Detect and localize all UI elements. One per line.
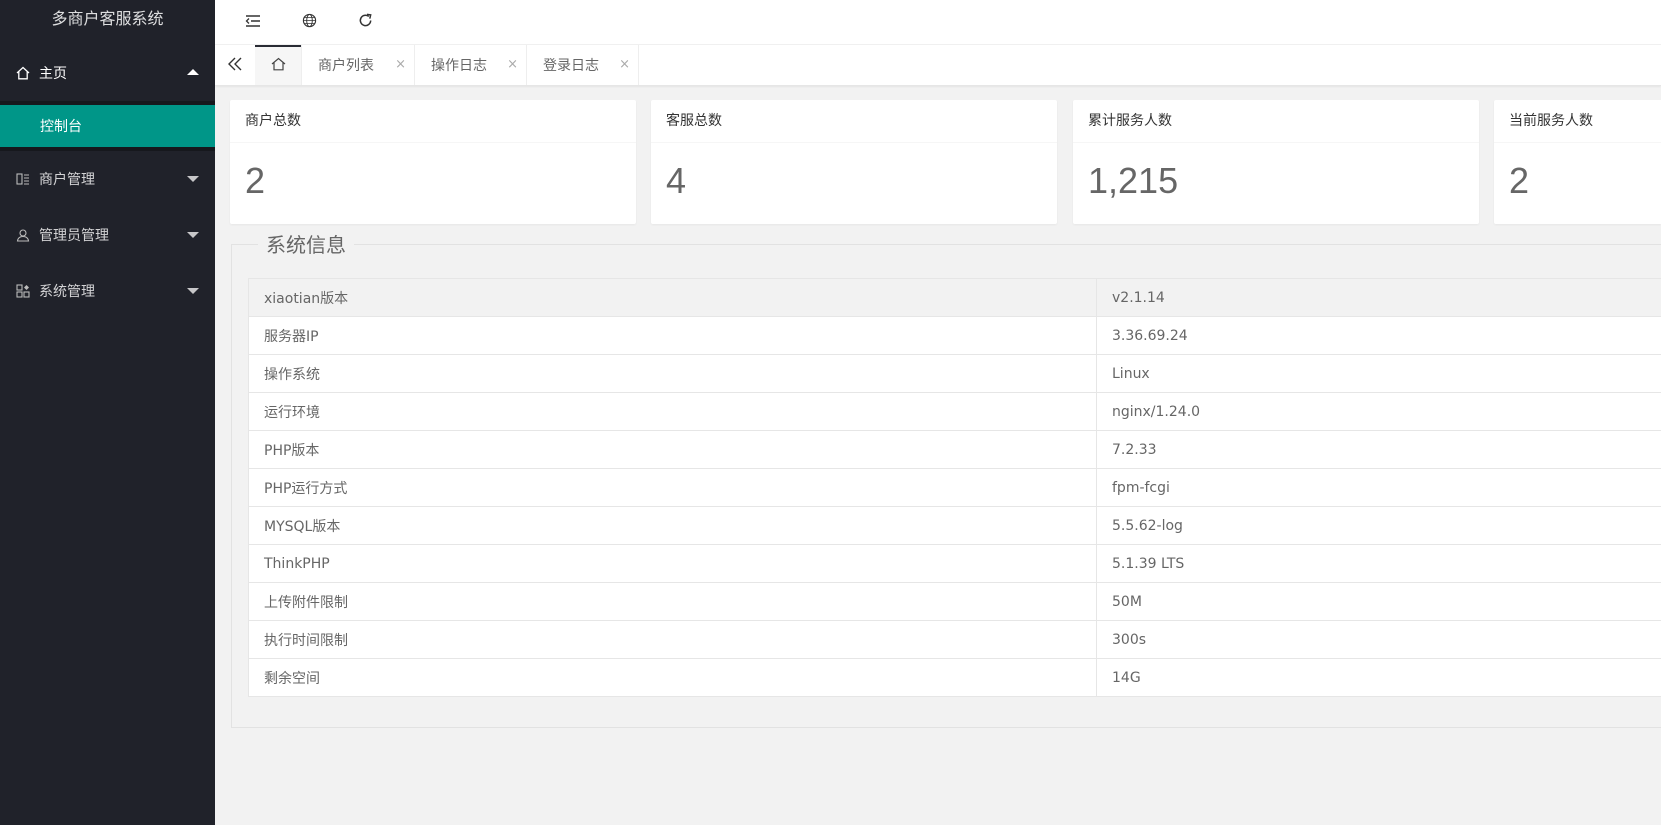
info-value: v2.1.14 [1096, 278, 1661, 317]
stat-title: 累计服务人数 [1073, 100, 1479, 143]
table-row: 运行环境 nginx/1.24.0 [248, 392, 1661, 431]
sidebar-item-admins[interactable]: 管理员管理 [0, 207, 215, 263]
tabs-scroll-left-button[interactable] [215, 45, 256, 85]
chevron-down-icon [187, 232, 199, 238]
tab-login-log[interactable]: 登录日志 × [527, 45, 639, 85]
table-row: ThinkPHP 5.1.39 LTS [248, 544, 1661, 583]
sidebar-item-label: 商户管理 [39, 172, 95, 188]
sidebar-item-label: 系统管理 [39, 284, 95, 300]
table-row: 上传附件限制 50M [248, 582, 1661, 621]
tab-label: 商户列表 [318, 58, 374, 74]
stat-value: 2 [245, 160, 266, 201]
stat-card-agents: 客服总数 4 [651, 100, 1057, 224]
stat-title: 商户总数 [230, 100, 636, 143]
info-value: nginx/1.24.0 [1096, 392, 1661, 431]
stat-card-merchants: 商户总数 2 [230, 100, 636, 224]
sidebar-item-system[interactable]: 系统管理 [0, 263, 215, 319]
sidebar-item-merchants[interactable]: 商户管理 [0, 151, 215, 207]
sidebar-item-label: 主页 [39, 66, 67, 82]
menu-toggle-button[interactable] [231, 0, 275, 44]
home-icon [271, 56, 286, 75]
system-info-table: xiaotian版本 v2.1.14 服务器IP 3.36.69.24 操作系统 Li… [248, 278, 1661, 697]
table-row: 操作系统 Linux [248, 354, 1661, 393]
refresh-button[interactable] [343, 0, 387, 44]
info-value: 50M [1096, 582, 1661, 621]
info-value: 3.36.69.24 [1096, 316, 1661, 355]
website-button[interactable] [287, 0, 331, 44]
info-key: PHP版本 [248, 430, 1097, 469]
section-title: 系统信息 [258, 233, 354, 257]
stat-card-current-served: 当前服务人数 2 [1494, 100, 1661, 224]
info-key: 剩余空间 [248, 658, 1097, 697]
stat-value: 4 [666, 160, 687, 201]
info-key: 操作系统 [248, 354, 1097, 393]
table-row: PHP运行方式 fpm-fcgi [248, 468, 1661, 507]
table-row: xiaotian版本 v2.1.14 [248, 278, 1661, 317]
sidebar-item-home[interactable]: 主页 [0, 45, 215, 101]
stat-title: 客服总数 [651, 100, 1057, 143]
close-icon[interactable]: × [395, 57, 406, 72]
tab-operation-log[interactable]: 操作日志 × [415, 45, 527, 85]
table-row: 剩余空间 14G [248, 658, 1661, 697]
sidebar-submenu: 控制台 [0, 101, 215, 151]
info-value: 300s [1096, 620, 1661, 659]
info-key: 上传附件限制 [248, 582, 1097, 621]
menu-toggle-icon [245, 13, 261, 32]
info-key: 执行时间限制 [248, 620, 1097, 659]
stat-value: 1,215 [1088, 160, 1179, 201]
chevron-up-icon [187, 69, 199, 75]
sidebar-subitem-label: 控制台 [40, 119, 82, 135]
double-chevron-left-icon [227, 56, 243, 75]
tab-home[interactable] [255, 45, 302, 85]
chevron-down-icon [187, 288, 199, 294]
tab-label: 登录日志 [543, 58, 599, 74]
info-value: 7.2.33 [1096, 430, 1661, 469]
page-tabs: 商户列表 × 操作日志 × 登录日志 × [215, 45, 1661, 86]
info-value: 14G [1096, 658, 1661, 697]
sidebar: 多商户客服系统 主页 控制台 商户管理 管理员管理 系统管理 [0, 0, 215, 825]
info-value: Linux [1096, 354, 1661, 393]
stat-title: 当前服务人数 [1494, 100, 1661, 143]
info-key: ThinkPHP [248, 544, 1097, 583]
info-key: xiaotian版本 [248, 278, 1097, 317]
sidebar-item-label: 管理员管理 [39, 228, 109, 244]
info-value: 5.1.39 LTS [1096, 544, 1661, 583]
top-header [215, 0, 1661, 45]
table-row: 服务器IP 3.36.69.24 [248, 316, 1661, 355]
refresh-icon [358, 13, 373, 32]
info-key: PHP运行方式 [248, 468, 1097, 507]
home-icon [15, 66, 30, 81]
table-row: PHP版本 7.2.33 [248, 430, 1661, 469]
apps-icon [15, 284, 30, 299]
info-key: MYSQL版本 [248, 506, 1097, 545]
info-key: 服务器IP [248, 316, 1097, 355]
user-icon [15, 228, 30, 243]
stat-card-total-served: 累计服务人数 1,215 [1073, 100, 1479, 224]
table-row: 执行时间限制 300s [248, 620, 1661, 659]
info-value: 5.5.62-log [1096, 506, 1661, 545]
chevron-down-icon [187, 176, 199, 182]
info-key: 运行环境 [248, 392, 1097, 431]
stat-value: 2 [1509, 160, 1530, 201]
merchant-icon [15, 172, 30, 187]
close-icon[interactable]: × [619, 57, 630, 72]
globe-icon [302, 13, 317, 32]
sidebar-item-console[interactable]: 控制台 [0, 105, 215, 147]
close-icon[interactable]: × [507, 57, 518, 72]
table-row: MYSQL版本 5.5.62-log [248, 506, 1661, 545]
info-value: fpm-fcgi [1096, 468, 1661, 507]
app-title[interactable]: 多商户客服系统 [0, 0, 215, 40]
tab-merchant-list[interactable]: 商户列表 × [302, 45, 415, 85]
tab-label: 操作日志 [431, 58, 487, 74]
